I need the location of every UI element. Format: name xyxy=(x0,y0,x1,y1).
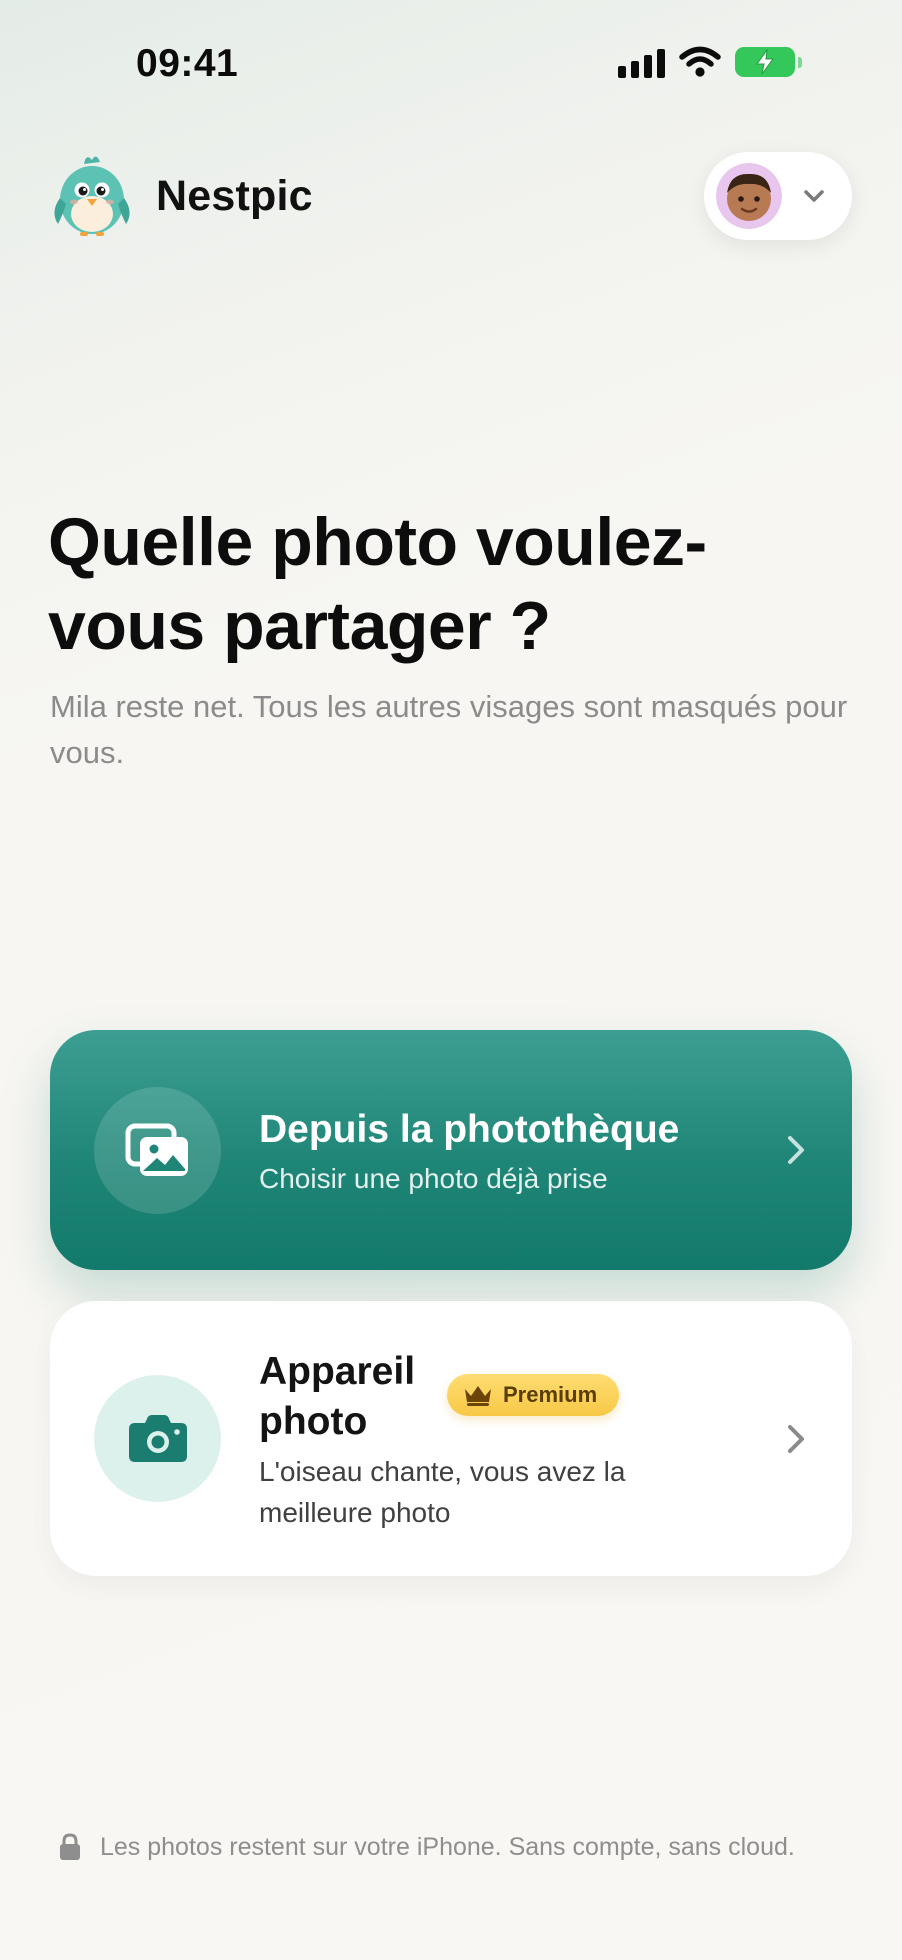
signal-icon xyxy=(618,46,665,78)
avatar xyxy=(716,163,782,229)
camera-icon xyxy=(128,1414,187,1462)
page-title: Quelle photo voulez-vous partager ? xyxy=(48,504,707,664)
lock-icon xyxy=(60,1833,80,1860)
status-time: 09:41 xyxy=(136,42,239,85)
chevron-down-icon xyxy=(804,190,824,202)
chevron-right-icon xyxy=(788,1136,804,1164)
premium-badge-label: Premium xyxy=(503,1382,598,1407)
wifi-icon xyxy=(679,46,721,77)
photo-library-icon-wrapper xyxy=(94,1087,221,1214)
profile-switcher-button[interactable] xyxy=(704,152,852,240)
battery-charging-icon xyxy=(735,47,802,77)
camera-title: Appareil photo xyxy=(259,1350,416,1443)
bird-mascot-icon xyxy=(54,156,130,236)
page-subtitle: Mila reste net. Tous les autres visages … xyxy=(50,689,848,770)
crown-icon xyxy=(465,1386,491,1406)
photo-library-title: Depuis la photothèque xyxy=(259,1108,680,1151)
photo-library-description: Choisir une photo déjà prise xyxy=(259,1163,608,1194)
camera-option[interactable]: Appareil photo Premium L'oiseau chante, … xyxy=(50,1301,852,1576)
premium-badge: Premium xyxy=(447,1374,620,1416)
camera-icon-wrapper xyxy=(94,1375,221,1502)
status-icons xyxy=(618,46,802,78)
photo-library-icon xyxy=(125,1123,188,1176)
photo-library-option[interactable]: Depuis la photothèque Choisir une photo … xyxy=(50,1030,852,1270)
privacy-note-text: Les photos restent sur votre iPhone. San… xyxy=(100,1832,795,1861)
camera-description: L'oiseau chante, vous avez la meilleure … xyxy=(259,1456,626,1528)
app-title: Nestpic xyxy=(156,172,313,220)
privacy-note: Les photos restent sur votre iPhone. San… xyxy=(58,1832,795,1862)
chevron-right-icon xyxy=(788,1425,804,1453)
